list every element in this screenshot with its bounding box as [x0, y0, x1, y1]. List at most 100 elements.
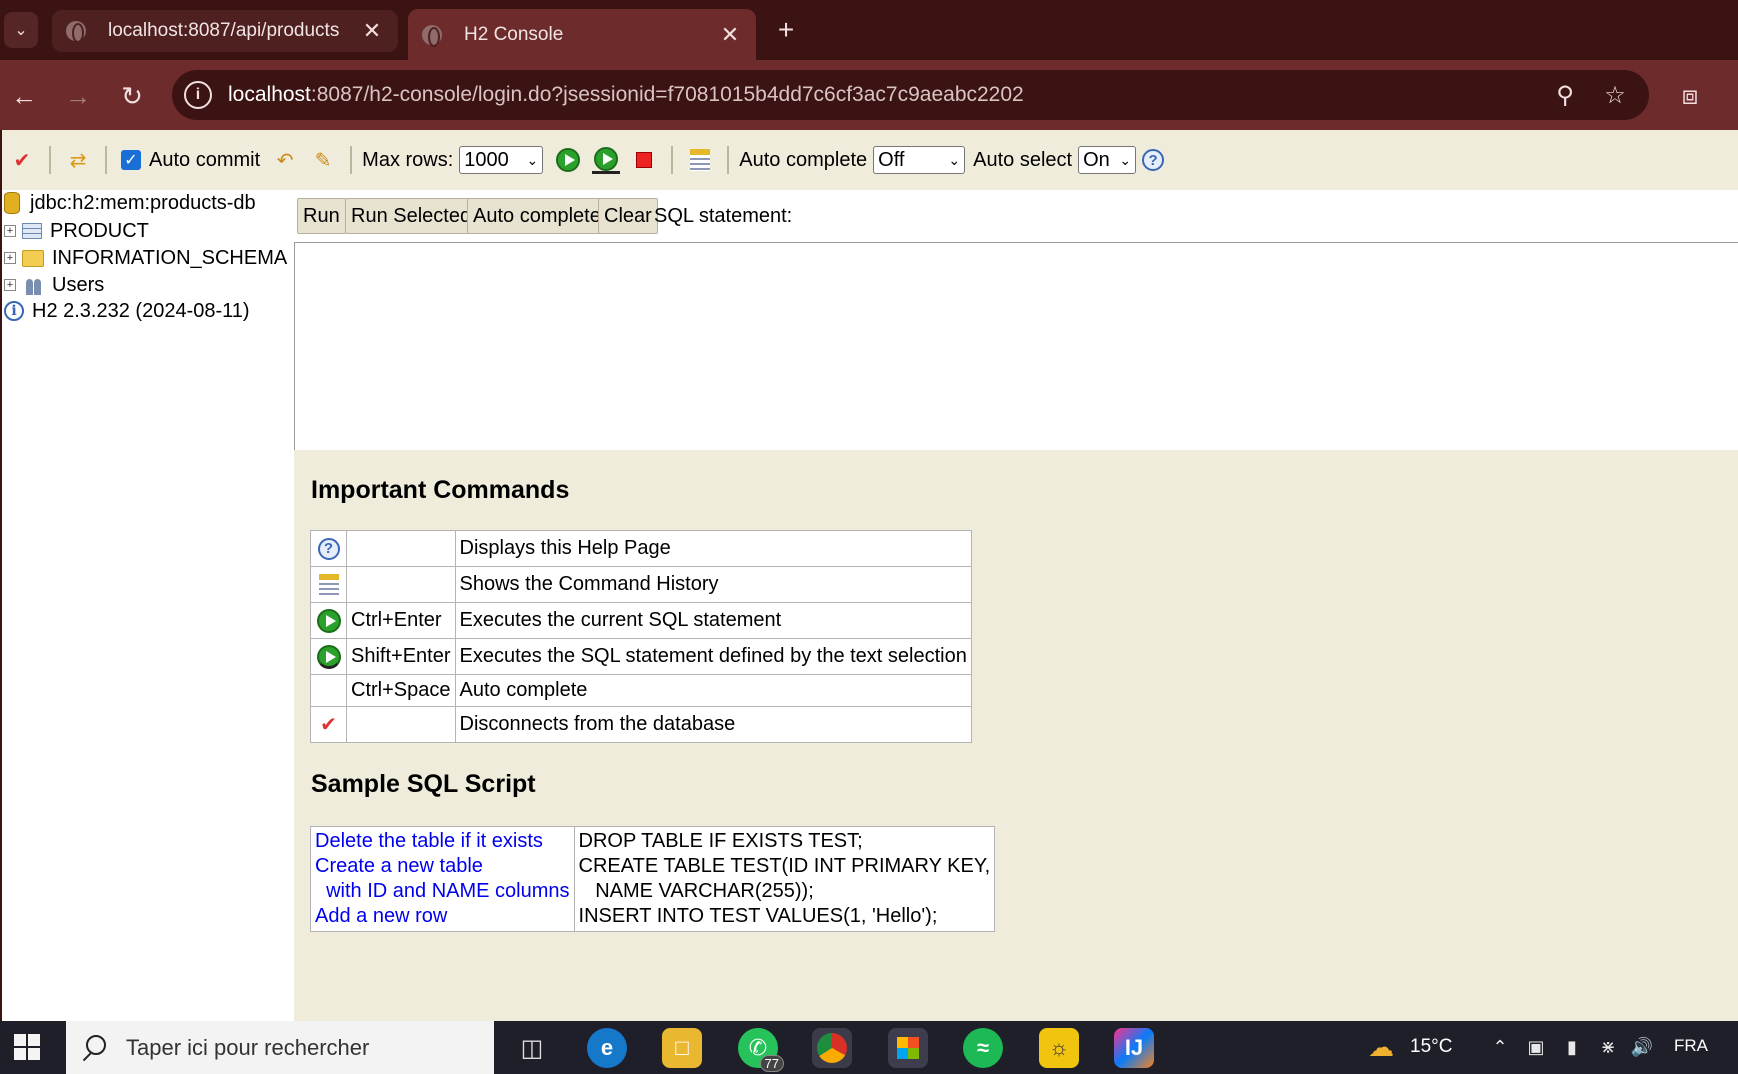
browser-tab-bar: ⌄ localhost:8087/api/products ✕ H2 Conso… [0, 0, 1738, 60]
chrome-icon[interactable] [812, 1028, 852, 1068]
auto-commit-label: Auto commit [149, 148, 261, 171]
sample-link[interactable]: Create a new table [315, 855, 483, 877]
table-icon [22, 223, 42, 239]
spotify-icon[interactable]: ≈ [963, 1028, 1003, 1068]
bookmark-star-icon[interactable]: ☆ [1600, 80, 1630, 110]
tree-item-product[interactable]: + PRODUCT [2, 218, 149, 244]
tree-item-label: PRODUCT [50, 219, 149, 242]
disconnect-icon[interactable]: ✔ [8, 146, 36, 174]
rollback-icon[interactable]: ↶ [271, 146, 299, 174]
toolbar-separator [727, 146, 730, 174]
sample-sql: DROP TABLE IF EXISTS TEST; CREATE TABLE … [573, 826, 996, 932]
taskbar-search-input[interactable]: Taper ici pour rechercher [66, 1021, 494, 1074]
sample-sql-line: CREATE TABLE TEST(ID INT PRIMARY KEY, [578, 855, 991, 877]
close-tab-icon[interactable]: ✕ [718, 22, 742, 48]
site-info-icon[interactable]: i [184, 81, 212, 109]
battery-icon[interactable]: ▮ [1560, 1035, 1584, 1059]
sample-sql-line: INSERT INTO TEST VALUES(1, 'Hello'); [578, 905, 938, 927]
commit-icon[interactable]: ✎ [309, 146, 337, 174]
url-text: localhost:8087/h2-console/login.do?jsess… [228, 83, 1024, 106]
command-key [346, 530, 456, 567]
toolbar-separator [105, 146, 107, 174]
extensions-icon[interactable]: ⧈ [1672, 78, 1708, 114]
forward-button[interactable]: → [60, 78, 96, 114]
tree-connection[interactable]: jdbc:h2:mem:products-db [2, 190, 256, 216]
auto-commit-checkbox[interactable]: ✓ [121, 150, 141, 170]
tree-item-users[interactable]: + Users [2, 272, 104, 298]
command-key: Shift+Enter [346, 638, 456, 675]
run-button[interactable]: Run [297, 198, 346, 234]
intellij-icon[interactable]: IJ [1114, 1028, 1154, 1068]
whatsapp-icon[interactable]: ✆ 77 [738, 1028, 784, 1072]
globe-icon [66, 21, 86, 43]
back-button[interactable]: ← [6, 78, 42, 114]
windows-start-icon[interactable] [14, 1034, 40, 1060]
reload-button[interactable]: ↻ [114, 78, 150, 114]
wifi-icon[interactable]: ⋇ [1596, 1035, 1620, 1059]
sample-script-table: Delete the table if it exists Create a n… [310, 826, 996, 932]
refresh-icon[interactable]: ⇄ [64, 146, 92, 174]
users-icon [22, 275, 44, 295]
task-view-icon[interactable]: ◫ [512, 1028, 552, 1068]
sample-sql-line: DROP TABLE IF EXISTS TEST; [578, 830, 863, 852]
connection-url: jdbc:h2:mem:products-db [30, 191, 256, 214]
sample-link[interactable]: with ID and NAME columns [315, 880, 569, 902]
sql-editor[interactable] [294, 242, 1738, 472]
address-bar-row: ← → ↻ i localhost:8087/h2-console/login.… [0, 60, 1738, 130]
search-placeholder: Taper ici pour rechercher [126, 1034, 370, 1060]
language-label[interactable]: FRA [1674, 1036, 1708, 1056]
important-commands-heading: Important Commands [311, 476, 570, 504]
run-selected-icon[interactable] [592, 146, 621, 174]
stop-icon[interactable] [630, 146, 658, 174]
h2-toolbar: ✔ ⇄ ✓ Auto commit ↶ ✎ Max rows: 1000 ⌄ Au… [2, 130, 1738, 190]
clear-button[interactable]: Clear [598, 198, 658, 234]
edge-icon[interactable]: e [587, 1028, 627, 1068]
toolbar-separator [350, 146, 353, 174]
auto-select-select[interactable]: On ⌄ [1078, 146, 1137, 174]
run-icon[interactable] [554, 146, 582, 174]
chevron-down-icon: ⌄ [1119, 151, 1132, 168]
history-icon[interactable] [686, 146, 714, 174]
tree-version: i H2 2.3.232 (2024-08-11) [2, 298, 250, 324]
auto-complete-select[interactable]: Off ⌄ [873, 146, 966, 174]
command-desc: Executes the SQL statement defined by th… [454, 638, 972, 675]
commands-table: ? Displays this Help Page Shows the Comm… [310, 530, 972, 743]
chevron-up-icon[interactable]: ⌃ [1488, 1035, 1512, 1059]
expand-icon[interactable]: + [4, 225, 16, 237]
tab-h2-console[interactable]: H2 Console ✕ [408, 9, 756, 60]
tree-item-information-schema[interactable]: + INFORMATION_SCHEMA [2, 245, 287, 271]
expand-icon[interactable]: + [4, 252, 16, 264]
sample-link[interactable]: Delete the table if it exists [315, 830, 543, 852]
file-explorer-icon[interactable]: □ [662, 1028, 702, 1068]
close-tab-icon[interactable]: ✕ [360, 18, 384, 44]
help-icon: ? [317, 537, 340, 560]
meet-icon[interactable]: ▣ [1524, 1035, 1548, 1059]
sample-link[interactable]: Add a new row [315, 905, 447, 927]
new-tab-button[interactable]: + [772, 14, 800, 46]
table-row: Ctrl+Enter Executes the current SQL stat… [310, 602, 972, 639]
command-key [346, 566, 456, 603]
folder-icon [22, 249, 44, 267]
chevron-down-icon: ⌄ [948, 151, 961, 168]
auto-complete-button[interactable]: Auto complete [467, 198, 607, 234]
tab-search-button[interactable]: ⌄ [4, 12, 38, 48]
zoom-icon[interactable]: ⚲ [1550, 80, 1580, 110]
url-field[interactable]: i localhost:8087/h2-console/login.do?jse… [172, 70, 1649, 120]
tab-title: H2 Console [464, 23, 564, 45]
expand-icon[interactable]: + [4, 279, 16, 291]
volume-icon[interactable]: 🔊 [1630, 1035, 1654, 1059]
tab-title: localhost:8087/api/products [108, 20, 340, 41]
help-icon[interactable]: ? [1142, 149, 1165, 171]
tab-api-products[interactable]: localhost:8087/api/products ✕ [52, 10, 398, 52]
notification-badge: 77 [759, 1055, 784, 1072]
version-label: H2 2.3.232 (2024-08-11) [32, 299, 250, 322]
max-rows-select[interactable]: 1000 ⌄ [459, 146, 544, 174]
table-row: Shows the Command History [310, 566, 972, 603]
postman-icon[interactable]: ☼ [1039, 1028, 1079, 1068]
microsoft-store-icon[interactable] [888, 1028, 928, 1068]
command-desc: Auto complete [454, 674, 972, 707]
weather-icon[interactable]: ☁ [1364, 1032, 1398, 1062]
run-selected-button[interactable]: Run Selected [345, 198, 478, 234]
database-icon [4, 192, 20, 214]
command-desc: Displays this Help Page [454, 530, 972, 567]
